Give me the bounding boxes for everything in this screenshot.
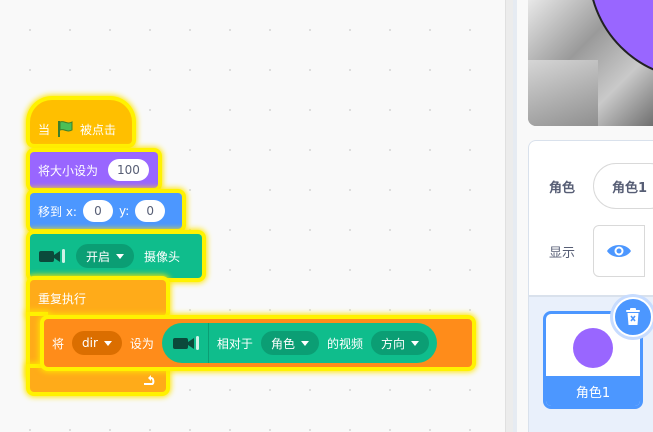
- forever-side-arm: [30, 316, 44, 374]
- trash-icon: [626, 308, 640, 325]
- variable-name: dir: [82, 336, 98, 350]
- panel-divider: [513, 0, 517, 432]
- video-state-dropdown[interactable]: 开启: [76, 244, 135, 268]
- attribute-value: 方向: [380, 336, 405, 351]
- goto-y-label: y:: [118, 204, 130, 218]
- chevron-down-icon: [300, 340, 309, 346]
- when-flag-clicked-block[interactable]: 当 被点击: [30, 100, 132, 144]
- delete-sprite-button[interactable]: [613, 297, 653, 337]
- video-label: 的视频: [326, 336, 363, 351]
- sprite-name-input[interactable]: 角色1: [593, 163, 653, 209]
- attribute-dropdown[interactable]: 方向: [370, 331, 429, 355]
- sprite-info-panel: 角色 角色1 显示: [528, 140, 653, 296]
- y-value-input[interactable]: 0: [135, 200, 166, 222]
- show-visible-button[interactable]: [593, 225, 645, 277]
- video-state-value: 开启: [86, 249, 111, 264]
- chevron-down-icon: [410, 340, 419, 346]
- variable-dropdown[interactable]: dir: [72, 331, 122, 355]
- set-size-label: 将大小设为: [38, 163, 99, 178]
- set-var-prefix: 将: [52, 336, 65, 351]
- stage-video-wall: [528, 60, 598, 126]
- sprite-thumb-caption: 角色1: [546, 376, 640, 406]
- target-dropdown[interactable]: 角色: [260, 331, 319, 355]
- size-value-input[interactable]: 100: [108, 159, 149, 181]
- green-flag-icon: [58, 121, 73, 137]
- goto-x-label: 移到 x:: [38, 204, 77, 219]
- x-value-input[interactable]: 0: [82, 200, 113, 222]
- forever-label: 重复执行: [38, 291, 87, 306]
- goto-xy-block[interactable]: 移到 x: 0 y: 0: [30, 193, 182, 229]
- hat-prefix-label: 当: [38, 122, 51, 137]
- turn-video-block[interactable]: 开启 摄像头: [30, 234, 202, 278]
- stage-view[interactable]: [528, 0, 653, 126]
- reporter-divider: [207, 323, 209, 363]
- eye-icon: [607, 245, 631, 257]
- forever-top-bar[interactable]: 重复执行: [30, 280, 166, 316]
- show-label: 显示: [549, 246, 576, 261]
- target-value: 角色: [270, 336, 295, 351]
- relative-label: 相对于: [216, 336, 253, 351]
- sprite-thumb-name: 角色1: [575, 385, 611, 401]
- sprite-name-value: 角色1: [612, 180, 648, 196]
- set-size-block[interactable]: 将大小设为 100: [30, 152, 158, 188]
- set-var-middle: 设为: [129, 336, 154, 351]
- video-motion-reporter[interactable]: 相对于 角色 的视频 方向: [161, 323, 437, 363]
- video-camera-icon: [39, 249, 65, 263]
- forever-bottom-bar[interactable]: [30, 368, 166, 392]
- video-suffix-label: 摄像头: [144, 249, 181, 264]
- code-workspace[interactable]: 当 被点击 将大小设为 100 移到 x: 0 y: 0 开启 摄像头 重复执行…: [0, 0, 505, 432]
- loop-arrow-icon: [144, 375, 155, 385]
- set-variable-block[interactable]: 将 dir 设为 相对于 角色 的视频 方向: [44, 319, 472, 367]
- chevron-down-icon: [103, 340, 112, 346]
- workspace-scrollbar[interactable]: [505, 0, 513, 432]
- hat-suffix-label: 被点击: [80, 122, 117, 137]
- sprite-list-panel: 角色1: [528, 296, 653, 432]
- chevron-down-icon: [116, 253, 125, 259]
- sprite-costume-preview: [573, 328, 613, 368]
- video-camera-icon: [172, 336, 199, 350]
- sprite-label: 角色: [549, 181, 576, 196]
